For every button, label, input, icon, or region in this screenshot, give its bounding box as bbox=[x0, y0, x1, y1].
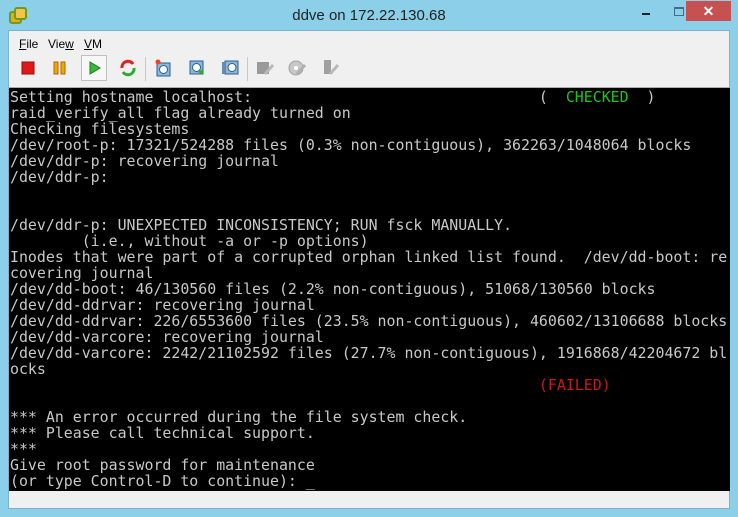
console-line: *** bbox=[10, 441, 730, 457]
console-line-text: ( bbox=[10, 376, 548, 394]
window-title: ddve on 172.22.130.68 bbox=[292, 7, 446, 24]
console-window: File View VM Setting hostname localhost:… bbox=[8, 30, 730, 509]
console-line: ocks bbox=[10, 361, 730, 377]
console-line-text: *** Please call technical support. bbox=[10, 424, 315, 442]
suspend-icon bbox=[53, 61, 66, 75]
power-off-icon bbox=[21, 61, 35, 75]
menu-view[interactable]: View bbox=[48, 37, 74, 51]
console-line: (i.e., without -a or -p options) bbox=[10, 233, 730, 249]
usb-settings-icon bbox=[324, 60, 339, 75]
suspend-button[interactable] bbox=[47, 55, 73, 81]
cd-settings-icon bbox=[288, 60, 306, 76]
toolbar-separator bbox=[145, 57, 146, 81]
toolbar-separator bbox=[247, 57, 248, 81]
reset-button[interactable] bbox=[115, 55, 141, 81]
console-line: Give root password for maintenance bbox=[10, 457, 730, 473]
reset-icon bbox=[120, 59, 136, 77]
title-bar[interactable]: ddve on 172.22.130.68 ✕ bbox=[0, 0, 738, 30]
menu-vm-accel: V bbox=[84, 37, 93, 51]
floppy-settings-button[interactable] bbox=[252, 55, 278, 81]
revert-snapshot-icon bbox=[189, 60, 204, 75]
console-line: /dev/ddr-p: recovering journal bbox=[10, 153, 730, 169]
menu-vm[interactable]: VM bbox=[84, 37, 102, 51]
console-line: Inodes that were part of a corrupted orp… bbox=[10, 249, 730, 265]
manage-snapshots-icon bbox=[222, 60, 239, 75]
console-line: /dev/dd-varcore: recovering journal bbox=[10, 329, 730, 345]
manage-snapshots-button[interactable] bbox=[217, 55, 243, 81]
menu-file[interactable]: File bbox=[19, 37, 38, 51]
usb-settings-button[interactable] bbox=[317, 55, 343, 81]
status-label: CHECKED bbox=[565, 88, 629, 106]
console-line-text: (or type Control-D to continue): _ bbox=[10, 472, 315, 490]
power-off-button[interactable] bbox=[15, 55, 41, 81]
cd-settings-button[interactable] bbox=[284, 55, 310, 81]
console-line: /dev/root-p: 17321/524288 files (0.3% no… bbox=[10, 137, 730, 153]
console-output: Setting hostname localhost: ( CHECKED ) r… bbox=[9, 88, 730, 489]
console-line: (or type Control-D to continue): _ bbox=[10, 473, 730, 489]
console-line: Checking filesystems bbox=[10, 121, 730, 137]
console-line-text: /dev/ddr-p: bbox=[10, 168, 109, 186]
console-line: *** Please call technical support. bbox=[10, 425, 730, 441]
menu-vm-label: M bbox=[92, 37, 103, 51]
menu-file-label: ile bbox=[26, 37, 39, 51]
toolbar bbox=[9, 53, 729, 85]
console-line: /dev/dd-boot: 46/130560 files (2.2% non-… bbox=[10, 281, 730, 297]
revert-snapshot-button[interactable] bbox=[184, 55, 210, 81]
vm-console-screen[interactable]: Setting hostname localhost: ( CHECKED ) r… bbox=[9, 87, 730, 491]
console-line: Setting hostname localhost: ( CHECKED ) bbox=[10, 89, 730, 105]
console-line: /dev/dd-varcore: 2242/21102592 files (27… bbox=[10, 345, 730, 361]
status-close: ) bbox=[601, 376, 611, 394]
console-line-text: /dev/dd-varcore: 2242/21102592 files (27… bbox=[10, 344, 728, 362]
menu-view-label: Vie bbox=[48, 37, 66, 51]
status-label: FAILED bbox=[547, 376, 602, 394]
console-line: /dev/ddr-p: bbox=[10, 169, 730, 185]
console-line: /dev/dd-ddrvar: recovering journal bbox=[10, 297, 730, 313]
console-line: /dev/dd-ddrvar: 226/6553600 files (23.5%… bbox=[10, 313, 730, 329]
menu-view-accel: w bbox=[65, 37, 74, 51]
take-snapshot-button[interactable] bbox=[150, 55, 176, 81]
status-close: ) bbox=[628, 88, 656, 106]
console-line: *** An error occurred during the file sy… bbox=[10, 409, 730, 425]
floppy-settings-icon bbox=[257, 62, 274, 75]
power-on-button[interactable] bbox=[81, 55, 107, 81]
console-line: (FAILED) bbox=[10, 377, 730, 393]
take-snapshot-icon bbox=[155, 59, 171, 77]
minimize-button[interactable] bbox=[640, 6, 666, 24]
console-line: covering journal bbox=[10, 265, 730, 281]
console-line: /dev/ddr-p: UNEXPECTED INCONSISTENCY; RU… bbox=[10, 217, 730, 233]
console-line: raid_verify_all flag already turned on bbox=[10, 105, 730, 121]
close-button[interactable]: ✕ bbox=[686, 1, 731, 21]
power-on-icon bbox=[89, 61, 101, 75]
